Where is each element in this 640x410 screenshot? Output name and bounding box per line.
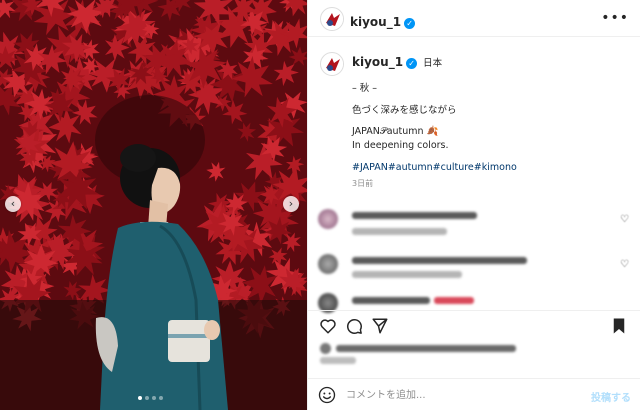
post-side-panel: kiyou_1 ✓ ••• kiyou_1 ✓ 日本 – 秋 – 色づく深みを感じな… [307, 0, 640, 410]
avatar-logo-icon [322, 9, 343, 30]
header-user: kiyou_1 ✓ [350, 11, 416, 30]
caption: kiyou_1 ✓ 日本 – 秋 – 色づく深みを感じながら JAPAN𝒫autu… [308, 38, 640, 198]
caption-line: In deepening colors. [352, 140, 449, 151]
post-date [320, 357, 356, 364]
comment-icon[interactable] [345, 317, 363, 335]
avatar [320, 343, 331, 354]
avatar[interactable] [318, 209, 338, 229]
comment-bar: 投稿する [308, 378, 640, 410]
comment-meta [352, 228, 447, 235]
comment-emoji [434, 297, 474, 304]
caption-username[interactable]: kiyou_1 [352, 55, 403, 69]
maple-kimono-photo [0, 0, 307, 410]
caption-line: 色づく深みを感じながら [352, 105, 457, 116]
post-time: 3日前 [352, 179, 374, 188]
maple-leaf-icon: 🍂 [426, 126, 439, 137]
location[interactable]: 日本 [423, 58, 442, 69]
avatar-logo-icon [322, 54, 343, 75]
comment-item: ♡ [308, 254, 640, 284]
comment-meta [352, 271, 462, 278]
username[interactable]: kiyou_1 [350, 15, 401, 29]
carousel-dots [138, 396, 163, 400]
verified-badge-icon: ✓ [404, 18, 416, 29]
caption-line: JAPAN𝒫autumn [352, 126, 424, 137]
comment-text [352, 257, 527, 264]
verified-badge-icon: ✓ [406, 58, 418, 69]
bookmark-icon[interactable] [611, 317, 627, 335]
share-icon[interactable] [371, 317, 389, 335]
post-header: kiyou_1 ✓ ••• [308, 0, 640, 37]
carousel-dot [138, 396, 142, 400]
comment-heart-icon[interactable]: ♡ [620, 214, 629, 225]
carousel-dot [159, 396, 163, 400]
caption-author-line: kiyou_1 ✓ 日本 [352, 55, 442, 69]
chevron-left-icon[interactable]: ‹ [5, 196, 21, 212]
hashtags[interactable]: #JAPAN#autumn#culture#kimono [352, 162, 517, 173]
chevron-right-icon[interactable]: › [283, 196, 299, 212]
comment-input[interactable] [346, 385, 576, 405]
likes-text [336, 345, 516, 352]
comment-text [352, 297, 430, 304]
post-photo[interactable]: ‹ › [0, 0, 307, 410]
avatar[interactable] [320, 7, 344, 31]
carousel-dot [145, 396, 149, 400]
action-bar [308, 310, 640, 340]
caption-avatar[interactable] [320, 52, 344, 76]
post-comment-button[interactable]: 投稿する [591, 389, 631, 404]
comment-heart-icon[interactable]: ♡ [620, 259, 629, 270]
carousel-dot [152, 396, 156, 400]
likes-summary[interactable] [320, 343, 520, 355]
comment-text [352, 212, 477, 219]
caption-line: – 秋 – [352, 83, 378, 94]
emoji-icon[interactable] [318, 386, 336, 404]
caption-line-with-emoji: JAPAN𝒫autumn 🍂 [352, 126, 438, 137]
avatar[interactable] [318, 254, 338, 274]
more-options-icon[interactable]: ••• [601, 10, 629, 26]
comment-item: ♡ [308, 209, 640, 239]
heart-icon[interactable] [319, 317, 337, 335]
